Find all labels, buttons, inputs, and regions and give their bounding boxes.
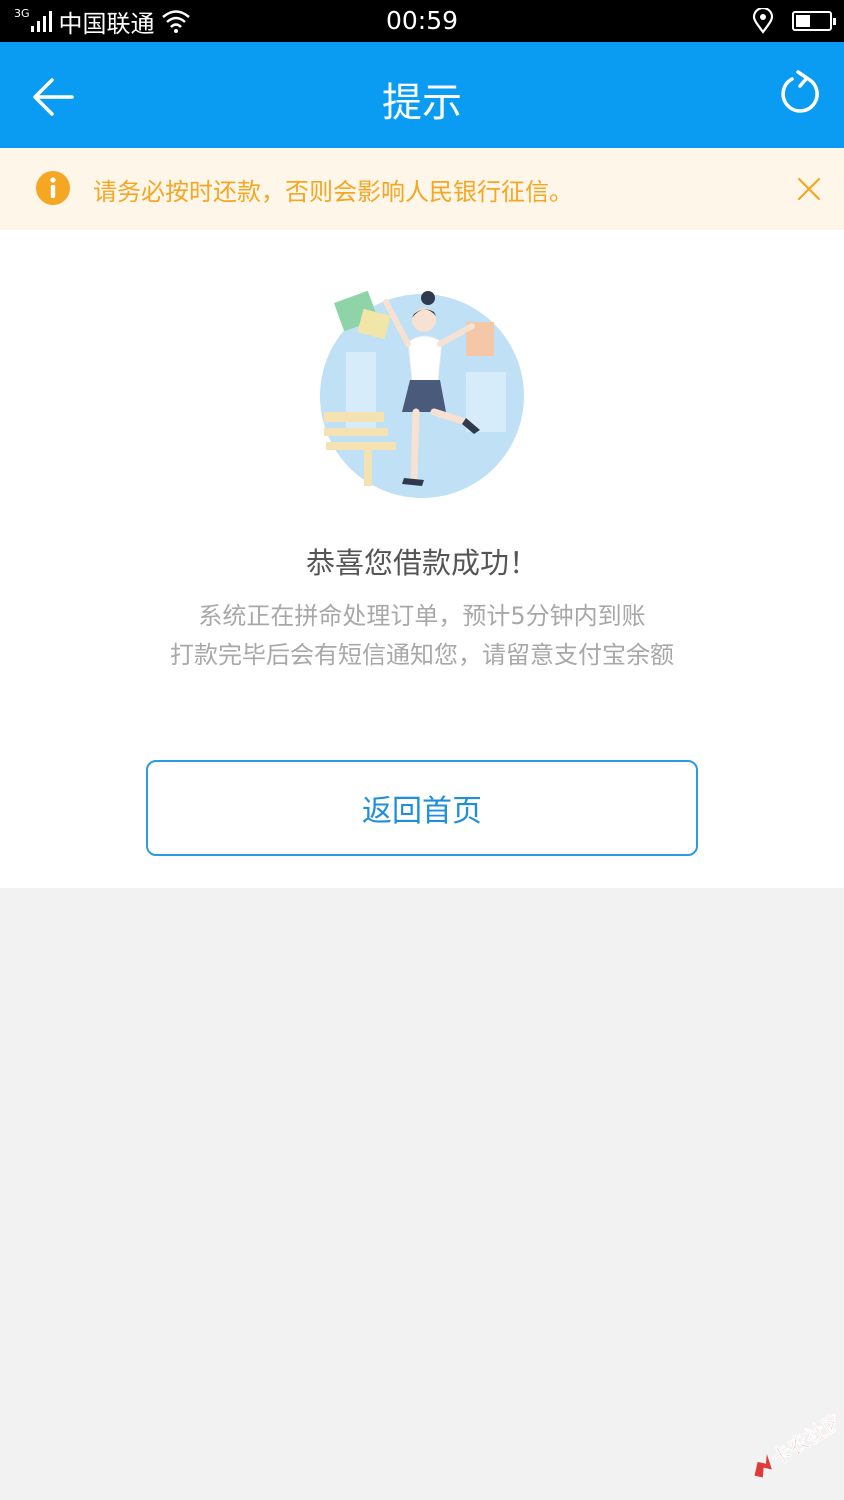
status-right-group — [752, 8, 836, 34]
notice-text: 请务必按时还款，否则会影响人民银行征信。 — [93, 178, 573, 206]
success-illustration — [320, 290, 524, 498]
clock: 00:59 — [385, 6, 459, 35]
repayment-notice-banner: 请务必按时还款，否则会影响人民银行征信。 — [0, 148, 844, 230]
success-headline: 恭喜您借款成功！ — [305, 546, 538, 580]
description-line-2: 打款完毕后会有短信通知您，请留意支付宝余额 — [170, 641, 674, 669]
return-home-button[interactable]: 返回首页 — [146, 760, 698, 856]
watermark-logo: 卡农社区 — [754, 1414, 836, 1478]
description-line-1: 系统正在拼命处理订单，预计5分钟内到账 — [198, 602, 646, 630]
battery-level — [796, 15, 811, 27]
svg-text:卡农社区: 卡农社区 — [767, 1414, 836, 1471]
close-icon[interactable] — [796, 176, 822, 202]
status-bar: 3G 中国联通 00:59 — [0, 0, 844, 42]
success-panel: 恭喜您借款成功！ 系统正在拼命处理订单，预计5分钟内到账 打款完毕后会有短信通知… — [0, 230, 844, 888]
info-icon — [36, 171, 70, 205]
nav-bar: 提示 — [0, 42, 844, 148]
refresh-icon[interactable] — [776, 70, 824, 118]
battery-icon — [792, 11, 836, 31]
page-title: 提示 — [382, 80, 462, 126]
location-icon — [752, 8, 774, 34]
